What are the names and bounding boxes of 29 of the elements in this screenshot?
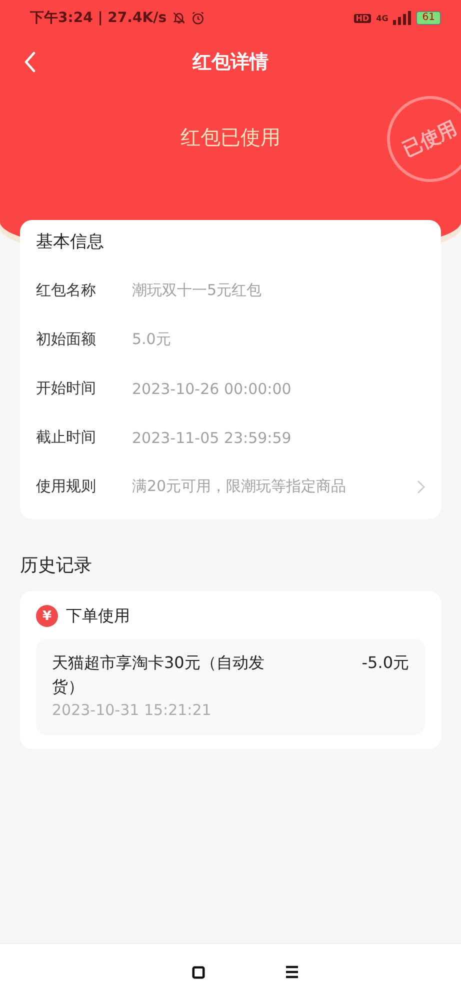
status-text: 红包已使用 bbox=[180, 124, 280, 151]
section-title: 历史记录 bbox=[20, 554, 93, 577]
record-type: 下单使用 bbox=[66, 606, 130, 626]
page-title: 红包详情 bbox=[192, 50, 268, 75]
field-value: 潮玩双十一5元红包 bbox=[132, 281, 263, 300]
hd-badge: HD bbox=[354, 14, 372, 22]
section-title: 基本信息 bbox=[36, 231, 105, 254]
signal-icon bbox=[393, 11, 412, 25]
network-label: 4G bbox=[376, 14, 388, 22]
home-icon[interactable] bbox=[192, 966, 205, 978]
record-time: 2023-10-31 15:21:21 bbox=[52, 701, 212, 719]
field-label: 初始面额 bbox=[36, 330, 97, 349]
field-label: 截止时间 bbox=[36, 428, 97, 447]
alarm-icon bbox=[190, 11, 205, 25]
menu-icon[interactable] bbox=[285, 965, 299, 979]
status-time: 下午3:24 | 27.4K/s bbox=[30, 9, 167, 27]
field-value: 5.0元 bbox=[132, 330, 172, 349]
field-value: 2023-10-26 00:00:00 bbox=[132, 380, 292, 398]
field-label: 开始时间 bbox=[36, 379, 97, 398]
bell-off-icon bbox=[172, 11, 186, 25]
record-amount: -5.0元 bbox=[362, 652, 409, 674]
battery-icon: 61 bbox=[416, 11, 441, 25]
field-label: 红包名称 bbox=[36, 281, 97, 300]
back-icon[interactable] bbox=[24, 51, 36, 73]
field-value: 满20元可用，限潮玩等指定商品 bbox=[132, 477, 348, 496]
field-value: 2023-11-05 23:59:59 bbox=[132, 428, 292, 446]
record-item: 天猫超市享淘卡30元（自动发货） bbox=[52, 652, 266, 698]
yen-icon: ¥ bbox=[36, 605, 58, 627]
field-label: 使用规则 bbox=[36, 477, 97, 496]
